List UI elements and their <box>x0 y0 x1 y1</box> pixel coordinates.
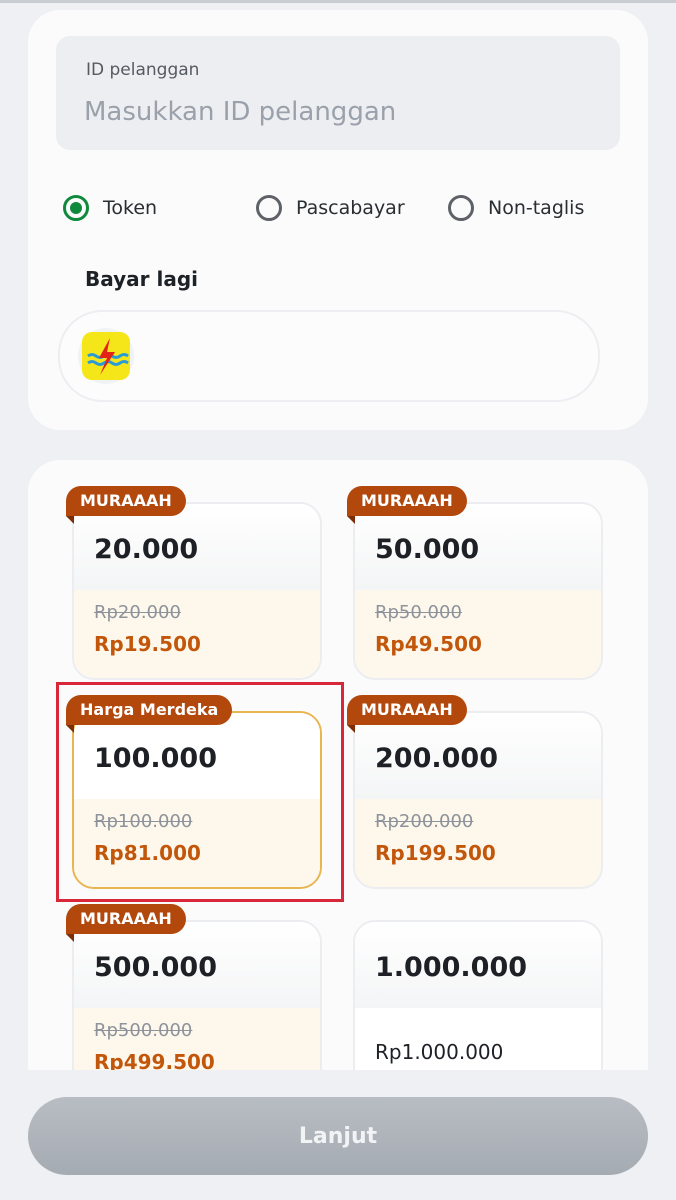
radio-non-taglis[interactable]: Non-taglis <box>448 191 584 225</box>
radio-pascabayar-label: Pascabayar <box>296 197 405 219</box>
product-amount-area: 500.000 <box>74 922 320 1008</box>
pln-logo-icon <box>82 332 130 380</box>
product-price: Rp49.500 <box>375 632 482 656</box>
product-amount-area: 200.000 <box>355 713 601 799</box>
customer-id-label: ID pelanggan <box>86 60 200 80</box>
customer-id-field[interactable]: ID pelanggan <box>56 36 620 150</box>
pay-again-list <box>58 310 600 402</box>
product-price-area: Rp1.000.000 <box>355 1008 601 1070</box>
promo-badge: MURAAAH <box>66 486 186 516</box>
radio-unchecked-icon[interactable] <box>448 195 474 221</box>
radio-non-taglis-label: Non-taglis <box>488 197 585 219</box>
radio-checked-icon[interactable] <box>63 195 89 221</box>
radio-pascabayar[interactable]: Pascabayar <box>256 191 405 225</box>
product-price-area: Rp50.000 Rp49.500 <box>355 590 601 678</box>
product-amount: 1.000.000 <box>375 952 528 983</box>
product-card[interactable]: 1.000.000 Rp1.000.000 <box>353 920 603 1070</box>
product-amount-area: 50.000 <box>355 504 601 590</box>
product-price-area: Rp200.000 Rp199.500 <box>355 799 601 887</box>
product-original-price: Rp20.000 <box>94 602 181 623</box>
product-price: Rp1.000.000 <box>375 1040 504 1064</box>
product-price: Rp499.500 <box>94 1050 215 1070</box>
product-price-area: Rp20.000 Rp19.500 <box>74 590 320 678</box>
product-amount-area: 20.000 <box>74 504 320 590</box>
promo-badge: MURAAAH <box>66 904 186 934</box>
continue-button[interactable]: Lanjut <box>28 1097 648 1175</box>
top-divider <box>0 0 676 3</box>
radio-token-label: Token <box>103 197 158 219</box>
product-price: Rp19.500 <box>94 632 201 656</box>
product-amount: 200.000 <box>375 743 498 774</box>
pay-again-title: Bayar lagi <box>85 267 199 291</box>
radio-unchecked-icon[interactable] <box>256 195 282 221</box>
product-original-price: Rp200.000 <box>375 811 474 832</box>
customer-card: ID pelanggan Token Pascabayar Non-taglis… <box>28 10 648 430</box>
product-amount: 500.000 <box>94 952 217 983</box>
product-original-price: Rp50.000 <box>375 602 462 623</box>
product-card[interactable]: 20.000 Rp20.000 Rp19.500 <box>72 502 322 680</box>
product-amount: 50.000 <box>375 534 480 565</box>
product-price: Rp199.500 <box>375 841 496 865</box>
product-price-area: Rp500.000 Rp499.500 <box>74 1008 320 1070</box>
product-card[interactable]: 200.000 Rp200.000 Rp199.500 <box>353 711 603 889</box>
customer-id-input[interactable] <box>84 92 604 132</box>
promo-badge: MURAAAH <box>347 695 467 725</box>
product-card[interactable]: 500.000 Rp500.000 Rp499.500 <box>72 920 322 1070</box>
product-card[interactable]: 50.000 Rp50.000 Rp49.500 <box>353 502 603 680</box>
pay-again-item[interactable] <box>78 328 134 384</box>
product-amount-area: 1.000.000 <box>355 922 601 1008</box>
highlight-annotation <box>56 682 344 902</box>
product-original-price: Rp500.000 <box>94 1020 193 1041</box>
product-amount: 20.000 <box>94 534 199 565</box>
radio-token[interactable]: Token <box>63 191 157 225</box>
promo-badge: MURAAAH <box>347 486 467 516</box>
